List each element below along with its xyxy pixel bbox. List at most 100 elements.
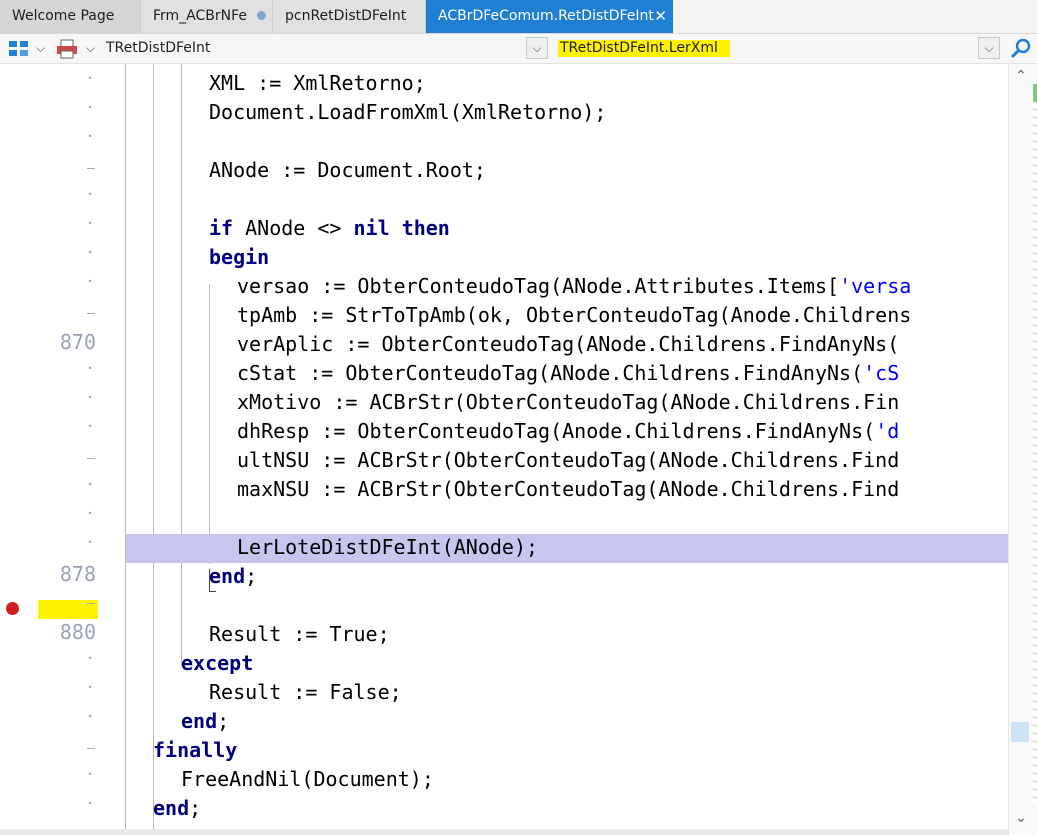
code-line[interactable]: LerLoteDistDFeInt(ANode); bbox=[237, 533, 538, 562]
line-marker: • bbox=[87, 103, 93, 112]
change-overview-strip bbox=[1033, 84, 1037, 804]
line-marker: • bbox=[87, 277, 93, 286]
scroll-up-icon[interactable]: ⌃ bbox=[1015, 68, 1027, 84]
dropdown-chevron-icon[interactable]: ⌵ bbox=[86, 41, 95, 56]
code-line[interactable]: versao := ObterConteudoTag(ANode.Attribu… bbox=[237, 272, 911, 301]
code-line[interactable]: tpAmb := StrToTpAmb(ok, ObterConteudoTag… bbox=[237, 301, 911, 330]
print-icon[interactable] bbox=[56, 39, 78, 63]
keyword-token: if bbox=[209, 216, 234, 240]
code-editor[interactable]: XML := XmlRetorno; Document.LoadFromXml(X… bbox=[112, 64, 1008, 835]
dropdown-chevron-icon[interactable]: ⌵ bbox=[36, 41, 45, 56]
line-marker: • bbox=[87, 538, 93, 547]
unsaved-dot-icon bbox=[257, 11, 267, 20]
tab-welcome-page[interactable]: Welcome Page bbox=[0, 0, 141, 33]
code-token: xMotivo := ACBrStr(ObterConteudoTag(ANod… bbox=[237, 390, 900, 414]
keyword-token: begin bbox=[209, 245, 270, 269]
breakpoint-icon[interactable] bbox=[6, 602, 19, 615]
code-token: verAplic := ObterConteudoTag(ANode.Child… bbox=[237, 332, 900, 356]
code-line[interactable]: Document.LoadFromXml(XmlRetorno); bbox=[209, 98, 606, 127]
line-number-gutter[interactable]: • • • – • • • • – 870 • • • – • • • 878 – 880 • • • – • • bbox=[0, 64, 112, 835]
method-selector[interactable]: TRetDistDFeInt.LerXml bbox=[558, 40, 730, 57]
code-line[interactable]: dhResp := ObterConteudoTag(Anode.Childre… bbox=[237, 417, 899, 446]
method-dropdown-button[interactable]: ⌵ bbox=[978, 37, 1000, 59]
code-line[interactable]: finally bbox=[153, 736, 237, 765]
code-line[interactable]: begin bbox=[209, 243, 269, 272]
line-marker: – bbox=[87, 741, 95, 756]
tab-label: Welcome Page bbox=[12, 8, 115, 24]
code-line[interactable]: verAplic := ObterConteudoTag(ANode.Child… bbox=[237, 330, 899, 359]
code-line[interactable]: maxNSU := ACBrStr(ObterConteudoTag(ANode… bbox=[237, 475, 899, 504]
code-line[interactable]: cStat := ObterConteudoTag(ANode.Children… bbox=[237, 359, 899, 388]
code-line[interactable]: except bbox=[181, 649, 253, 678]
indent-guide bbox=[209, 284, 210, 564]
line-marker: – bbox=[87, 161, 95, 176]
keyword-token: end bbox=[181, 709, 218, 733]
code-token: XML := XmlRetorno; bbox=[209, 71, 426, 95]
structure-icon[interactable] bbox=[8, 39, 30, 63]
keyword-token: end bbox=[153, 796, 190, 820]
class-dropdown-button[interactable]: ⌵ bbox=[526, 37, 548, 59]
code-line[interactable]: Result := False; bbox=[209, 678, 402, 707]
horizontal-scrollbar[interactable] bbox=[0, 829, 1008, 835]
keyword-token: nil bbox=[353, 216, 390, 240]
editor-navigation-toolbar: ⌵ ⌵ TRetDistDFeInt ⌵ TRetDistDFeInt.LerX… bbox=[0, 34, 1037, 64]
code-token: ; bbox=[217, 709, 230, 733]
keyword-token: except bbox=[181, 651, 254, 675]
tab-label: Frm_ACBrNFe bbox=[153, 8, 248, 24]
code-line[interactable]: end; bbox=[153, 794, 201, 823]
line-number: 870 bbox=[59, 330, 96, 354]
chevron-down-icon: ⌵ bbox=[984, 41, 994, 55]
line-marker: – bbox=[87, 451, 95, 466]
line-marker: • bbox=[87, 509, 93, 518]
code-token: FreeAndNil(Document); bbox=[181, 767, 434, 791]
string-token: 'versa bbox=[839, 274, 912, 298]
code-line[interactable]: if ANode <> nil then bbox=[209, 214, 450, 243]
code-line[interactable]: xMotivo := ACBrStr(ObterConteudoTag(ANod… bbox=[237, 388, 899, 417]
line-marker: • bbox=[87, 393, 93, 402]
code-line[interactable]: Result := True; bbox=[209, 620, 390, 649]
code-line[interactable]: ANode := Document.Root; bbox=[209, 156, 486, 185]
line-marker: • bbox=[87, 683, 93, 692]
vertical-scrollbar[interactable]: ⌃ ⌄ bbox=[1008, 64, 1037, 835]
code-token: tpAmb := StrToTpAmb(ok, ObterConteudoTag… bbox=[237, 303, 912, 327]
code-token: ANode := Document.Root; bbox=[209, 158, 486, 182]
code-token: Result := True; bbox=[209, 622, 390, 646]
code-token: ; bbox=[245, 564, 258, 588]
search-icon[interactable] bbox=[1010, 38, 1032, 64]
close-icon[interactable]: ✕ bbox=[654, 0, 667, 33]
line-marker: • bbox=[87, 770, 93, 779]
tab-acbrdfecomum-retdistdfeint[interactable]: ACBrDFeComum.RetDistDFeInt ✕ bbox=[426, 0, 673, 33]
line-marker: • bbox=[87, 219, 93, 228]
code-line[interactable]: end; bbox=[209, 562, 257, 591]
code-token: ANode <> bbox=[233, 216, 354, 240]
change-marker bbox=[1033, 84, 1037, 102]
string-token: 'd bbox=[875, 419, 900, 443]
code-line[interactable]: FreeAndNil(Document); bbox=[181, 765, 434, 794]
code-token: Document.LoadFromXml(XmlRetorno); bbox=[209, 100, 607, 124]
code-token: versao := ObterConteudoTag(ANode.Attribu… bbox=[237, 274, 840, 298]
scroll-thumb[interactable] bbox=[1011, 722, 1029, 742]
tab-pcnretdistdfeint[interactable]: pcnRetDistDFeInt bbox=[273, 0, 426, 33]
line-marker: • bbox=[87, 190, 93, 199]
line-marker: • bbox=[87, 654, 93, 663]
indent-guide bbox=[153, 64, 154, 835]
indent-guide bbox=[125, 64, 126, 835]
keyword-token: end bbox=[209, 564, 246, 588]
line-marker: • bbox=[87, 364, 93, 373]
code-line[interactable]: end; bbox=[181, 707, 229, 736]
class-selector[interactable]: TRetDistDFeInt bbox=[106, 40, 210, 56]
code-line[interactable]: ultNSU := ACBrStr(ObterConteudoTag(ANode… bbox=[237, 446, 899, 475]
line-marker: • bbox=[87, 132, 93, 141]
code-line[interactable]: XML := XmlRetorno; bbox=[209, 69, 426, 98]
tab-frm-acbrnfe[interactable]: Frm_ACBrNFe bbox=[141, 0, 273, 33]
keyword-token: finally bbox=[153, 738, 238, 762]
line-marker: – bbox=[87, 596, 95, 611]
scroll-down-icon[interactable]: ⌄ bbox=[1015, 810, 1027, 826]
line-marker: • bbox=[87, 480, 93, 489]
line-number: 878 bbox=[59, 562, 96, 586]
code-token: Result := False; bbox=[209, 680, 402, 704]
line-marker: • bbox=[87, 248, 93, 257]
editor-tab-bar: Welcome Page Frm_ACBrNFe pcnRetDistDFeIn… bbox=[0, 0, 1037, 34]
code-token: LerLoteDistDFeInt(ANode); bbox=[237, 535, 539, 559]
